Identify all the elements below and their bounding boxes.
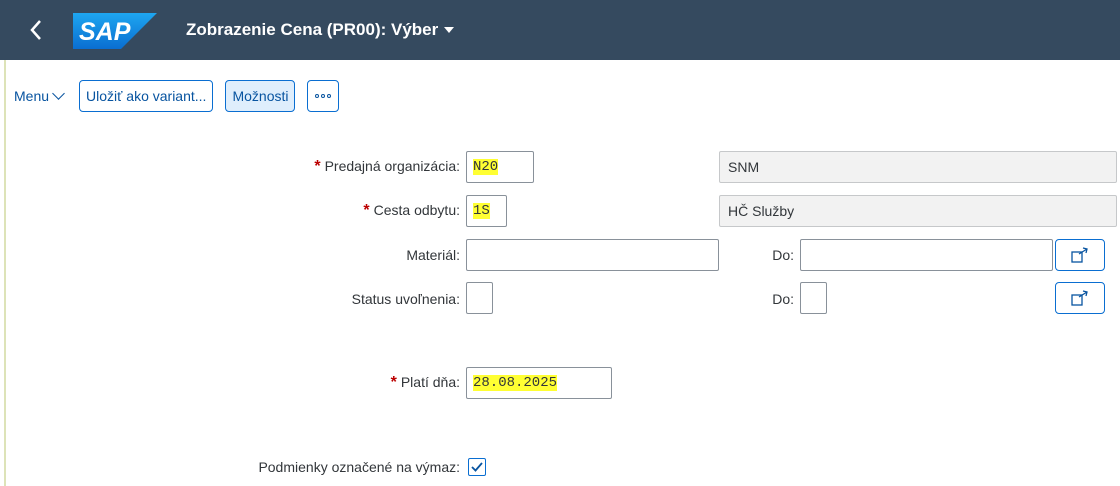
caret-down-icon [444,27,455,33]
required-marker: * [314,158,321,175]
distribution-channel-value: 1S [473,203,490,219]
release-status-to-input[interactable] [800,282,827,314]
page-title: Zobrazenie Cena (PR00): Výber [186,20,439,39]
deletion-flag-label: Podmienky označené na výmaz: [258,459,460,475]
distribution-channel-label-text: Cesta odbytu: [373,202,460,218]
back-button[interactable] [22,16,50,44]
distribution-channel-label: * Cesta odbytu: [363,202,460,220]
menu-label: Menu [14,88,50,104]
menu-button[interactable]: Menu [14,87,65,104]
save-as-variant-label: Uložiť ako variant... [86,88,207,104]
chevron-down-icon [52,87,65,100]
toolbar: Menu Uložiť ako variant... Možnosti [14,78,351,114]
logo-text: SAP [79,18,131,46]
distribution-channel-description-text: HČ Služby [728,203,795,219]
release-status-multiple-selection-button[interactable] [1055,282,1105,314]
material-label: Materiál: [406,247,460,263]
distribution-channel-input[interactable]: 1S [466,195,507,227]
deletion-flag-checkbox[interactable] [468,458,486,476]
material-input[interactable] [466,239,719,271]
required-marker: * [390,374,397,391]
sales-org-description: SNM [719,151,1117,183]
valid-on-value: 28.08.2025 [473,375,558,391]
sales-org-value: N20 [473,159,499,175]
options-button[interactable]: Možnosti [225,80,296,112]
more-button[interactable] [307,80,340,112]
material-to-input[interactable] [800,239,1053,271]
release-status-input[interactable] [466,282,493,314]
material-multiple-selection-button[interactable] [1055,239,1105,271]
options-label: Možnosti [232,88,289,104]
save-as-variant-button[interactable]: Uložiť ako variant... [79,80,214,112]
sales-org-description-text: SNM [728,159,760,175]
sales-org-input[interactable]: N20 [466,151,534,183]
sales-org-label: * Predajná organizácia: [314,158,460,176]
left-accent-line [4,60,6,486]
sales-org-label-text: Predajná organizácia: [324,158,460,174]
app-title-dropdown[interactable]: Zobrazenie Cena (PR00): Výber [186,18,455,42]
release-status-label: Status uvoľnenia: [351,291,460,307]
chevron-left-icon [30,20,41,40]
valid-on-label-text: Platí dňa: [400,374,460,390]
shell-bar: SAP Zobrazenie Cena (PR00): Výber [0,0,1120,60]
distribution-channel-description: HČ Služby [719,195,1117,227]
multiple-selection-icon [1071,247,1088,263]
required-marker: * [363,202,370,219]
release-status-to-label: Do: [772,291,794,307]
multiple-selection-icon [1071,290,1088,306]
sap-logo[interactable]: SAP [73,13,157,49]
valid-on-label: * Platí dňa: [391,374,460,392]
checkmark-icon [471,462,483,472]
overflow-icon [315,94,332,98]
valid-on-date-input[interactable]: 28.08.2025 [466,367,612,399]
material-to-label: Do: [772,247,794,263]
